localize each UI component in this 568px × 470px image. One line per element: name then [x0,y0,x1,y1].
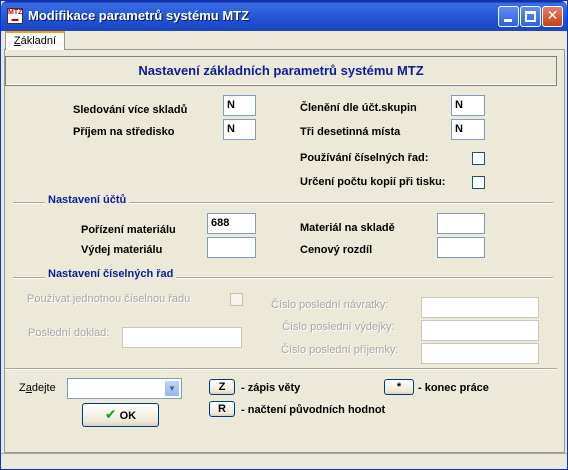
enter-label: Zadejte [19,382,56,394]
ok-button[interactable]: ✔ OK [82,403,159,427]
last-doc-label: Poslední doklad: [28,327,110,339]
single-series-label: Používat jednotnou číselnou řadu [27,293,191,305]
page-header: Nastavení základních parametrů systému M… [5,56,557,86]
enter-combo[interactable]: ▼ [67,378,182,399]
three-decimals-field[interactable]: N [451,119,485,140]
z-key-button[interactable]: Z [209,379,235,395]
tab-label-rest: ákladní [20,35,57,47]
accounts-section-title: Nastavení účtů [45,194,130,206]
minimize-button[interactable] [498,6,519,27]
account-groups-label: Členění dle účt.skupin [300,102,417,114]
numeric-series-checkbox[interactable] [472,152,485,165]
numbering-section-title: Nastavení číselných řad [45,268,177,280]
minimize-icon [504,19,512,22]
star-key-label: * [396,381,402,393]
last-doc-field[interactable] [122,327,242,348]
maximize-icon [525,11,536,22]
last-return-label: Číslo poslední návratky: [271,299,389,311]
ok-label: OK [119,410,137,422]
mtz-app-icon[interactable]: MTZ ▬ [7,8,23,24]
main-window: MTZ ▬ Modifikace parametrů systému MTZ ✕ … [0,0,568,470]
maximize-button[interactable] [520,6,541,27]
star-key-desc: - konec práce [418,382,489,394]
stock-field[interactable] [437,213,485,234]
last-receipt-label: Číslo poslední příjemky: [281,344,399,356]
issue-field[interactable] [207,237,256,258]
checkmark-icon: ✔ [104,407,117,423]
status-bar [1,453,567,469]
price-diff-label: Cenový rozdíl [300,244,373,256]
close-button[interactable]: ✕ [542,6,563,27]
multi-stock-label: Sledování více skladů [73,104,188,116]
z-key-desc: - zápis věty [241,382,301,394]
window-title: Modifikace parametrů systému MTZ [28,8,250,23]
price-diff-field[interactable] [437,237,485,258]
copies-checkbox[interactable] [472,176,485,189]
receipt-center-label: Příjem na středisko [73,126,175,138]
page-title: Nastavení základních parametrů systému M… [138,63,424,78]
stock-label: Materiál na skladě [300,222,395,234]
z-key-label: Z [218,381,226,393]
acquisition-label: Pořízení materiálu [81,224,176,236]
last-issue-field[interactable] [421,320,539,341]
r-key-desc: - načtení původních hodnot [241,404,386,416]
r-key-label: R [218,403,226,415]
chevron-down-icon[interactable]: ▼ [164,380,180,397]
last-issue-label: Číslo poslední výdejky: [282,321,395,333]
three-decimals-label: Tři desetinná místa [300,126,401,138]
r-key-button[interactable]: R [209,401,235,417]
acquisition-field[interactable]: 688 [207,213,256,234]
footer-divider [5,368,557,370]
numeric-series-label: Používání číselných řad: [300,152,429,164]
last-receipt-field[interactable] [421,343,539,364]
star-key-button[interactable]: * [384,379,414,395]
receipt-center-field[interactable]: N [223,119,256,140]
tab-zakladni[interactable]: Základní [5,31,65,50]
last-return-field[interactable] [421,297,539,318]
close-icon: ✕ [546,8,559,24]
multi-stock-field[interactable]: N [223,95,256,116]
tab-accel: Z [13,35,21,47]
issue-label: Výdej materiálu [81,244,163,256]
title-bar[interactable]: MTZ ▬ Modifikace parametrů systému MTZ ✕ [1,1,567,31]
single-series-checkbox[interactable] [230,293,243,306]
copies-label: Určení počtu kopií při tisku: [300,176,446,188]
account-groups-field[interactable]: N [451,95,485,116]
